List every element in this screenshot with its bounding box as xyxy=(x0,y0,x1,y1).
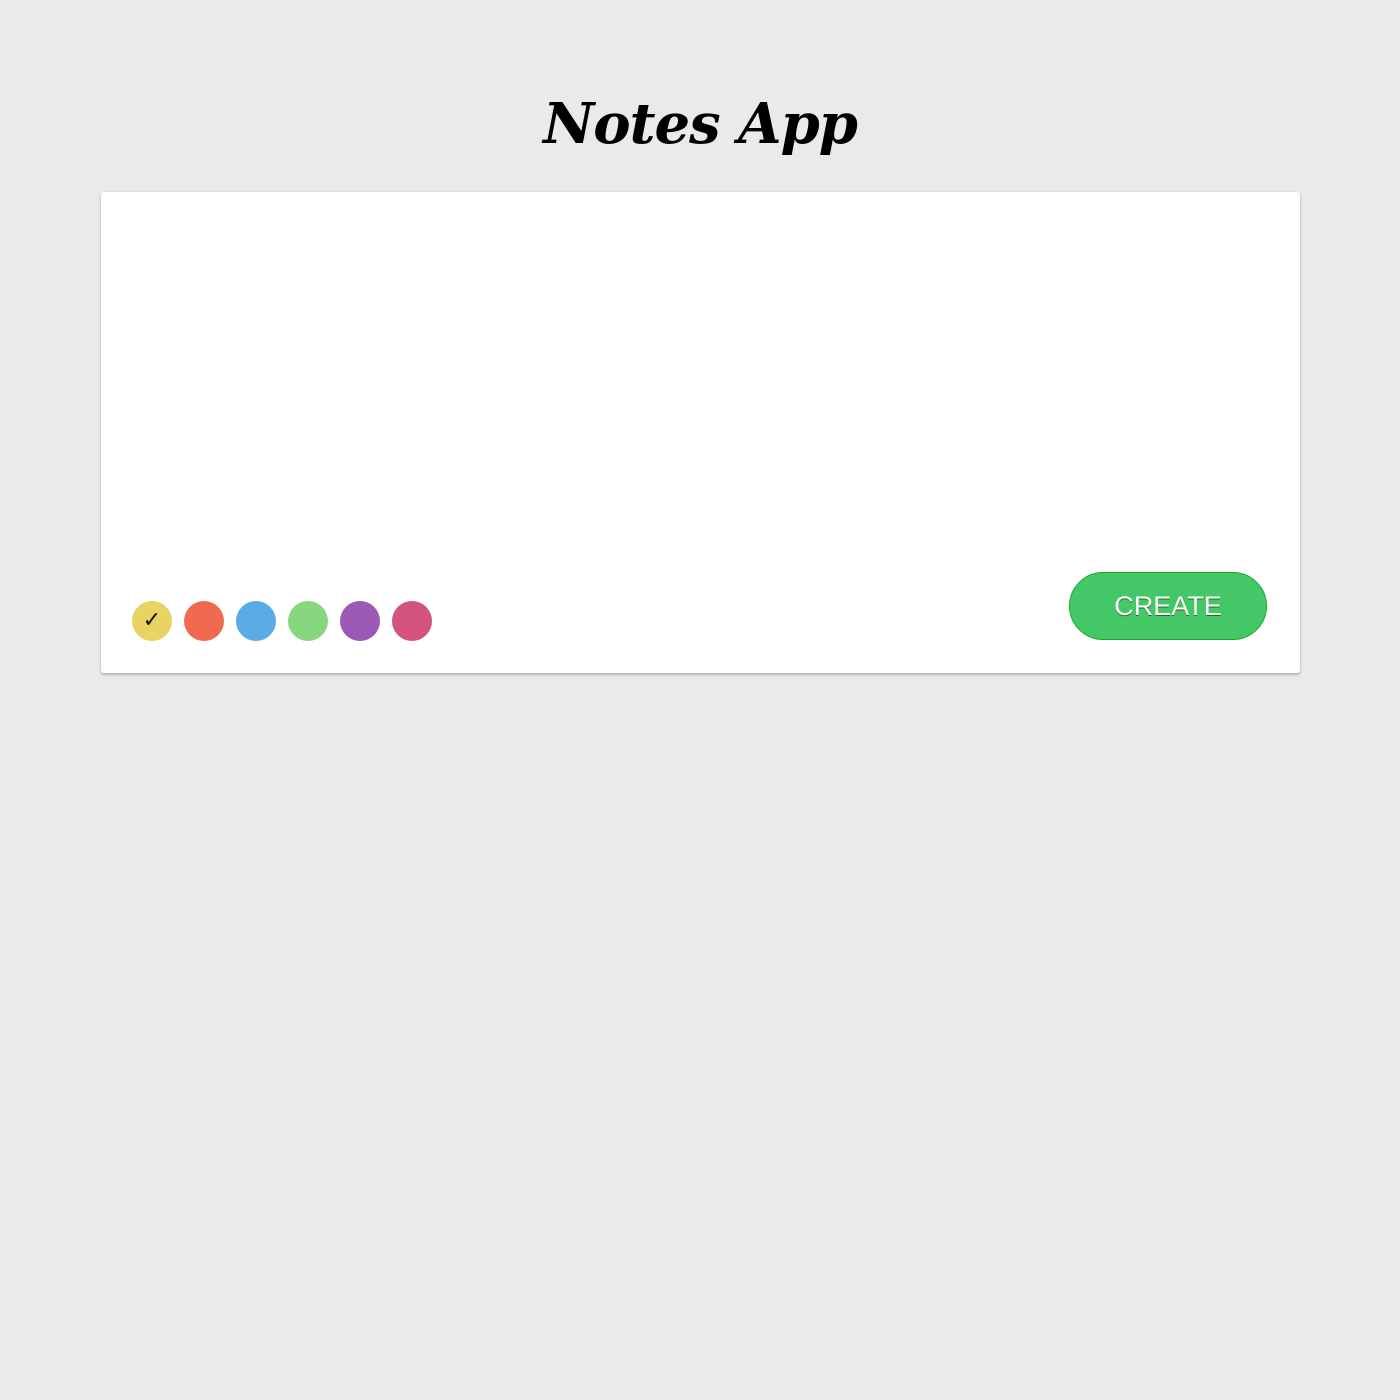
note-editor-card: ✓ CREATE xyxy=(101,192,1300,673)
checkmark-icon: ✓ xyxy=(142,608,162,633)
color-swatch-pink[interactable] xyxy=(392,601,432,641)
color-picker: ✓ xyxy=(132,601,432,641)
color-swatch-blue[interactable] xyxy=(236,601,276,641)
color-swatch-orange-red[interactable] xyxy=(184,601,224,641)
color-swatch-green[interactable] xyxy=(288,601,328,641)
app-title: Notes App xyxy=(543,91,858,157)
color-swatch-purple[interactable] xyxy=(340,601,380,641)
color-swatch-yellow[interactable]: ✓ xyxy=(132,601,172,641)
note-textarea[interactable] xyxy=(131,212,1270,562)
page: Notes App ✓ CREATE xyxy=(0,0,1400,1400)
create-button[interactable]: CREATE xyxy=(1069,572,1267,640)
